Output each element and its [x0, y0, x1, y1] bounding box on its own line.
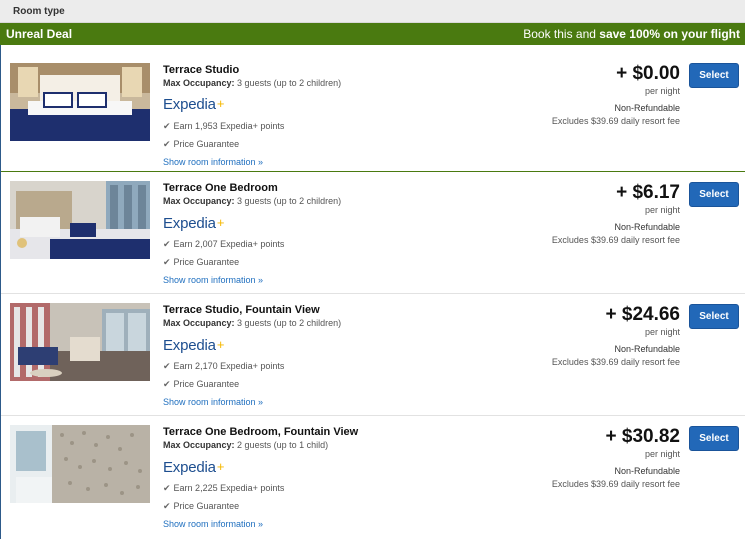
room-row: Terrace One Bedroom, Fountain View Max O… — [1, 416, 745, 539]
checkmark-icon: ✔ — [163, 239, 171, 249]
show-room-information-link[interactable]: Show room information » — [163, 397, 263, 407]
resort-fee-note: Excludes $39.69 daily resort fee — [551, 357, 680, 367]
resort-fee-note: Excludes $39.69 daily resort fee — [551, 116, 680, 126]
checkmark-icon: ✔ — [163, 483, 171, 493]
room-price: + $0.00 — [616, 63, 680, 84]
expedia-plus-mark: + — [216, 459, 225, 474]
occupancy-label: Max Occupancy: — [163, 196, 235, 206]
per-night-label: per night — [644, 205, 680, 215]
expedia-plus-mark: + — [216, 96, 225, 111]
expedia-wordmark: Expedia — [163, 337, 216, 354]
earn-points: ✔ Earn 2,225 Expedia+ points — [163, 483, 284, 494]
expedia-plus-logo: Expedia+ — [163, 96, 224, 113]
earn-points: ✔ Earn 2,170 Expedia+ points — [163, 361, 284, 372]
room-name: Terrace Studio — [163, 64, 240, 76]
earn-points-text: Earn 2,170 Expedia+ points — [173, 361, 285, 371]
occupancy-label: Max Occupancy: — [163, 78, 235, 88]
deal-promo: Book this and save 100% on your flight — [523, 27, 740, 41]
expedia-wordmark: Expedia — [163, 96, 216, 113]
room-photo-terrace-studio[interactable] — [10, 63, 150, 141]
occupancy-label: Max Occupancy: — [163, 440, 235, 450]
checkmark-icon: ✔ — [163, 379, 171, 389]
room-price: + $30.82 — [605, 426, 681, 447]
resort-fee-note: Excludes $39.69 daily resort fee — [551, 479, 680, 489]
refund-policy: Non-Refundable — [614, 466, 680, 476]
room-occupancy: Max Occupancy: 3 guests (up to 2 childre… — [163, 318, 341, 328]
room-row: Terrace Studio Max Occupancy: 3 guests (… — [1, 45, 745, 172]
room-price: + $6.17 — [616, 182, 680, 203]
deal-title: Unreal Deal — [6, 27, 73, 41]
earn-points-text: Earn 2,225 Expedia+ points — [173, 483, 285, 493]
price-guarantee-text: Price Guarantee — [173, 257, 240, 267]
checkmark-icon: ✔ — [163, 361, 171, 371]
select-button[interactable]: Select — [689, 182, 739, 207]
show-room-information-link[interactable]: Show room information » — [163, 157, 263, 167]
per-night-label: per night — [644, 86, 680, 96]
room-type-header: Room type — [0, 0, 745, 23]
select-button[interactable]: Select — [689, 304, 739, 329]
price-guarantee: ✔ Price Guarantee — [163, 379, 239, 390]
expedia-plus-logo: Expedia+ — [163, 215, 224, 232]
unreal-deal-banner: Unreal Deal Book this and save 100% on y… — [0, 23, 745, 45]
deal-promo-prefix: Book this and — [523, 27, 596, 41]
room-price: + $24.66 — [605, 304, 681, 325]
expedia-plus-mark: + — [216, 215, 225, 230]
earn-points-text: Earn 1,953 Expedia+ points — [173, 121, 285, 131]
expedia-plus-mark: + — [216, 337, 225, 352]
select-button[interactable]: Select — [689, 426, 739, 451]
occupancy-value: 3 guests (up to 2 children) — [237, 318, 342, 328]
price-guarantee-text: Price Guarantee — [173, 379, 240, 389]
deal-promo-bold: save 100% on your flight — [599, 27, 740, 41]
expedia-plus-logo: Expedia+ — [163, 459, 224, 476]
room-photo-terrace-studio-fountain-view[interactable] — [10, 303, 150, 381]
resort-fee-note: Excludes $39.69 daily resort fee — [551, 235, 680, 245]
room-occupancy: Max Occupancy: 2 guests (up to 1 child) — [163, 440, 328, 450]
checkmark-icon: ✔ — [163, 501, 171, 511]
refund-policy: Non-Refundable — [614, 344, 680, 354]
show-room-information-link[interactable]: Show room information » — [163, 519, 263, 529]
room-photo-terrace-one-bedroom-fountain-view[interactable] — [10, 425, 150, 503]
price-guarantee: ✔ Price Guarantee — [163, 257, 239, 268]
occupancy-value: 2 guests (up to 1 child) — [237, 440, 329, 450]
price-guarantee: ✔ Price Guarantee — [163, 501, 239, 512]
earn-points-text: Earn 2,007 Expedia+ points — [173, 239, 285, 249]
room-occupancy: Max Occupancy: 3 guests (up to 2 childre… — [163, 196, 341, 206]
room-row: Terrace Studio, Fountain View Max Occupa… — [1, 294, 745, 416]
room-name: Terrace One Bedroom — [163, 182, 278, 194]
room-name: Terrace Studio, Fountain View — [163, 304, 320, 316]
per-night-label: per night — [644, 449, 680, 459]
room-occupancy: Max Occupancy: 3 guests (up to 2 childre… — [163, 78, 341, 88]
room-type-label: Room type — [13, 6, 65, 17]
checkmark-icon: ✔ — [163, 121, 171, 131]
earn-points: ✔ Earn 2,007 Expedia+ points — [163, 239, 284, 250]
refund-policy: Non-Refundable — [614, 103, 680, 113]
occupancy-label: Max Occupancy: — [163, 318, 235, 328]
per-night-label: per night — [644, 327, 680, 337]
show-room-information-link[interactable]: Show room information » — [163, 275, 263, 285]
room-name: Terrace One Bedroom, Fountain View — [163, 426, 359, 438]
price-guarantee: ✔ Price Guarantee — [163, 139, 239, 150]
occupancy-value: 3 guests (up to 2 children) — [237, 196, 342, 206]
select-button[interactable]: Select — [689, 63, 739, 88]
refund-policy: Non-Refundable — [614, 222, 680, 232]
room-list: Terrace Studio Max Occupancy: 3 guests (… — [0, 45, 745, 539]
earn-points: ✔ Earn 1,953 Expedia+ points — [163, 121, 284, 132]
expedia-plus-logo: Expedia+ — [163, 337, 224, 354]
room-row: Terrace One Bedroom Max Occupancy: 3 gue… — [1, 172, 745, 294]
expedia-wordmark: Expedia — [163, 215, 216, 232]
expedia-wordmark: Expedia — [163, 459, 216, 476]
room-photo-terrace-one-bedroom[interactable] — [10, 181, 150, 259]
price-guarantee-text: Price Guarantee — [173, 501, 240, 511]
checkmark-icon: ✔ — [163, 257, 171, 267]
occupancy-value: 3 guests (up to 2 children) — [237, 78, 342, 88]
checkmark-icon: ✔ — [163, 139, 171, 149]
price-guarantee-text: Price Guarantee — [173, 139, 240, 149]
